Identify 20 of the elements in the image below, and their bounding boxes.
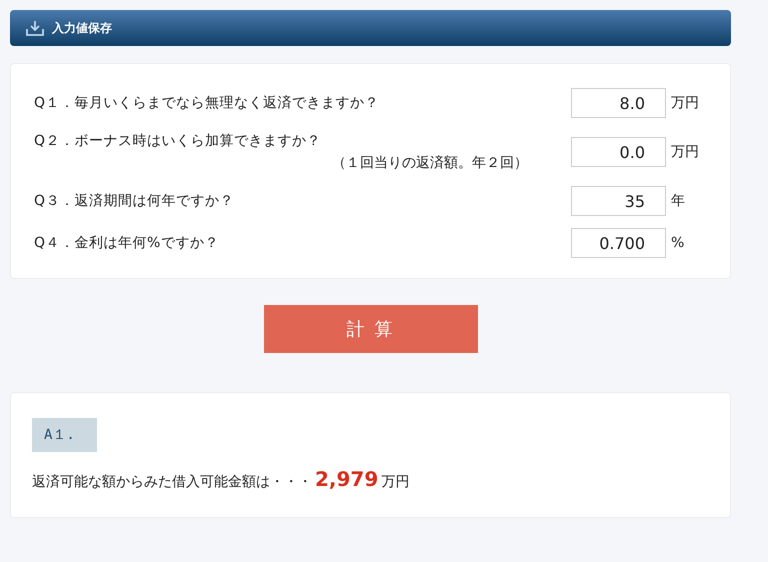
- unit-label: %: [671, 234, 684, 252]
- save-bar[interactable]: 入力値保存: [10, 10, 731, 46]
- answer-field[interactable]: 8.0: [571, 88, 666, 118]
- question-label: Q３．返済期間は何年ですか？: [34, 192, 234, 211]
- answer-tag: A１.: [32, 418, 97, 452]
- unit-label: 万円: [671, 94, 699, 112]
- answer-amount: 2,979: [315, 466, 378, 493]
- question-label: Q１．毎月いくらまでなら無理なく返済できますか？: [34, 94, 380, 113]
- answer-unit: 万円: [381, 473, 410, 492]
- save-label: 入力値保存: [52, 20, 112, 37]
- question-note: （１回当りの返済額。年２回）: [332, 154, 528, 173]
- answer-field[interactable]: 0.0: [571, 137, 666, 167]
- answer-field[interactable]: 0.700: [571, 228, 666, 258]
- unit-label: 年: [671, 192, 685, 210]
- answer-text: 返済可能な額からみた借入可能金額は・・・: [32, 473, 312, 492]
- download-icon: [26, 20, 44, 36]
- answer-field[interactable]: 35: [571, 186, 666, 216]
- question-label: Q４．金利は年何%ですか？: [34, 234, 219, 253]
- unit-label: 万円: [671, 142, 699, 162]
- question-label: Q２．ボーナス時はいくら加算できますか？: [34, 132, 322, 151]
